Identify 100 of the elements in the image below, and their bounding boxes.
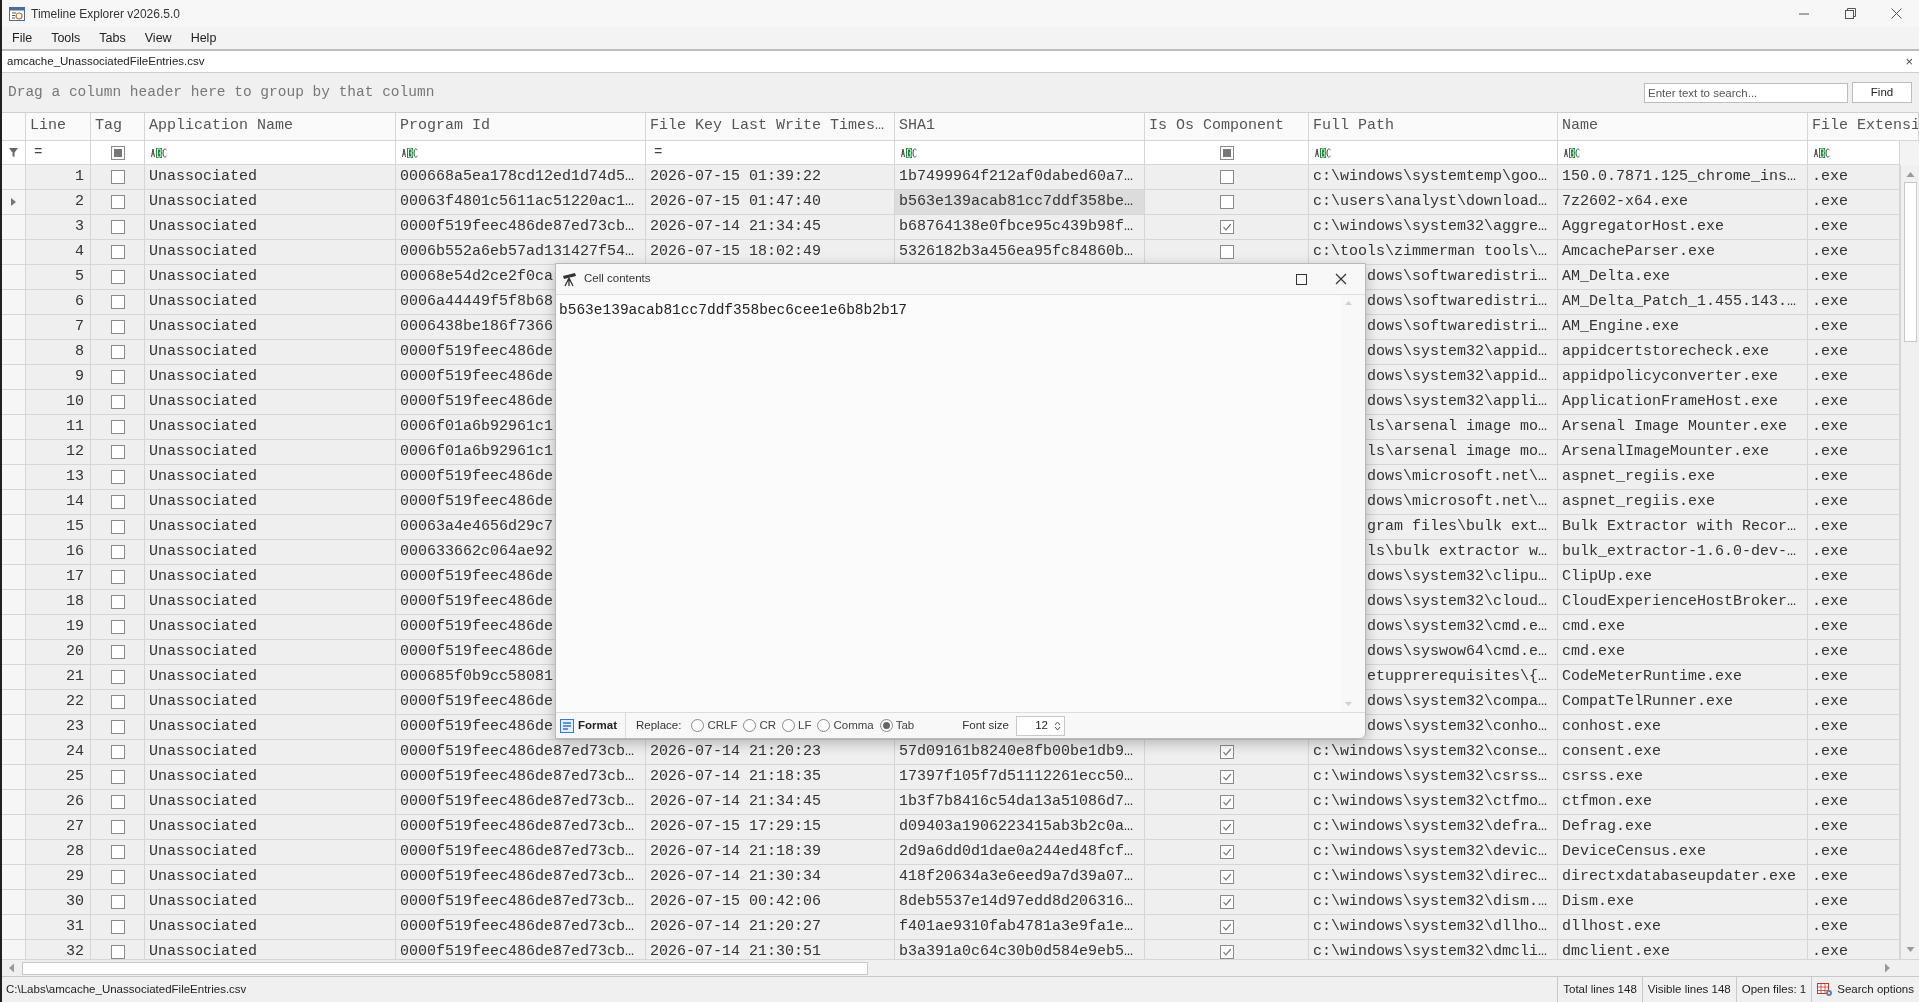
os-component-checkbox[interactable]: [1219, 895, 1234, 909]
tag-checkbox[interactable]: [110, 620, 125, 634]
table-cell-text: dows\system32\appli…: [1366, 391, 1547, 412]
tag-checkbox[interactable]: [110, 870, 125, 884]
table-cell-text: .exe: [1812, 316, 1848, 337]
group-hint: Drag a column header here to group by that column: [7, 82, 435, 102]
search-field[interactable]: Enter text to search...: [1644, 82, 1848, 103]
total-lines: Total lines 148: [1557, 977, 1642, 1002]
text-filter-icon: [901, 147, 917, 158]
os-component-checkbox[interactable]: [1219, 845, 1234, 859]
tag-checkbox[interactable]: [110, 645, 125, 659]
tag-checkbox[interactable]: [110, 670, 125, 684]
table-cell-text: Unassociated: [149, 866, 258, 887]
tag-checkbox[interactable]: [110, 245, 125, 259]
scroll-thumb[interactable]: [1903, 182, 1917, 342]
tag-checkbox[interactable]: [110, 795, 125, 809]
line-number: 18: [66, 591, 84, 612]
line-number: 23: [66, 716, 84, 737]
tag-checkbox[interactable]: [110, 470, 125, 484]
tag-checkbox[interactable]: [110, 570, 125, 584]
scroll-thumb[interactable]: [22, 961, 868, 975]
menu-item[interactable]: Tabs: [94, 28, 131, 48]
tag-checkbox[interactable]: [110, 920, 125, 934]
tag-checkbox[interactable]: [110, 270, 125, 284]
table-cell-text: CodeMeterRuntime.exe: [1562, 666, 1743, 687]
format-button[interactable]: Format: [556, 713, 626, 738]
os-component-checkbox[interactable]: [1219, 945, 1234, 959]
os-component-checkbox[interactable]: [1219, 770, 1234, 784]
os-component-checkbox[interactable]: [1219, 245, 1234, 259]
os-component-checkbox[interactable]: [1219, 870, 1234, 884]
tag-checkbox[interactable]: [110, 345, 125, 359]
grid-gear-icon: [1817, 982, 1834, 997]
table-cell-text: ls\arsenal image mo…: [1366, 416, 1547, 437]
menu-item[interactable]: View: [139, 28, 177, 48]
os-component-checkbox[interactable]: [1219, 195, 1234, 209]
spin-up-icon[interactable]: [1053, 720, 1061, 726]
filter-icon[interactable]: [9, 148, 18, 157]
menu-item[interactable]: File: [7, 28, 38, 48]
tag-checkbox[interactable]: [110, 945, 125, 959]
filter-checkbox[interactable]: [110, 145, 125, 160]
close-tab-button[interactable]: ×: [1905, 55, 1913, 68]
tag-checkbox[interactable]: [110, 745, 125, 759]
vertical-scrollbar[interactable]: [1900, 165, 1919, 959]
tag-checkbox[interactable]: [110, 545, 125, 559]
tag-checkbox[interactable]: [110, 695, 125, 709]
menu-item[interactable]: Tools: [46, 28, 86, 48]
row-indicator[interactable]: [2, 190, 26, 215]
tag-checkbox[interactable]: [110, 320, 125, 334]
table-cell-text: .exe: [1812, 641, 1848, 662]
spin-down-icon[interactable]: [1053, 725, 1061, 731]
tag-checkbox[interactable]: [110, 845, 125, 859]
maximize-icon: [1295, 273, 1307, 285]
table-cell-text: AM_Engine.exe: [1562, 316, 1680, 337]
tag-checkbox[interactable]: [110, 220, 125, 234]
radio-button[interactable]: CR: [743, 716, 777, 735]
tag-checkbox[interactable]: [110, 520, 125, 534]
font-size-spinner[interactable]: 12: [1015, 715, 1065, 736]
radio-button[interactable]: Tab: [879, 716, 915, 735]
table-cell-text: Unassociated: [149, 416, 258, 437]
os-component-checkbox[interactable]: [1219, 220, 1234, 234]
table-cell-text: 2026-07-15 00:42:06: [650, 891, 822, 912]
tag-checkbox[interactable]: [110, 820, 125, 834]
os-component-checkbox[interactable]: [1219, 795, 1234, 809]
os-component-checkbox[interactable]: [1219, 820, 1234, 834]
table-cell-text: Unassociated: [149, 566, 258, 587]
tag-checkbox[interactable]: [110, 595, 125, 609]
tag-checkbox[interactable]: [110, 770, 125, 784]
table-cell-text: f401ae9310fab4781a3e9fa1e…: [899, 916, 1134, 937]
table-cell-text: b563e139acab81cc7ddf358be…: [899, 191, 1134, 212]
radio-button[interactable]: CRLF: [691, 716, 738, 735]
os-component-checkbox[interactable]: [1219, 170, 1234, 184]
tag-checkbox[interactable]: [110, 445, 125, 459]
search-options-label: Search options: [1837, 981, 1914, 997]
tag-checkbox[interactable]: [110, 295, 125, 309]
tag-checkbox[interactable]: [110, 395, 125, 409]
radio-button[interactable]: LF: [782, 716, 812, 735]
tag-checkbox[interactable]: [110, 720, 125, 734]
tag-checkbox[interactable]: [110, 495, 125, 509]
tag-checkbox[interactable]: [110, 170, 125, 184]
filter-checkbox[interactable]: [1219, 145, 1234, 160]
table-cell-text: .exe: [1812, 841, 1848, 862]
tag-checkbox[interactable]: [110, 420, 125, 434]
os-component-checkbox[interactable]: [1219, 745, 1234, 759]
os-component-checkbox[interactable]: [1219, 920, 1234, 934]
tag-checkbox[interactable]: [110, 370, 125, 384]
table-cell-text: dows\system32\appid…: [1366, 341, 1547, 362]
filter-operator[interactable]: =: [646, 142, 663, 163]
file-tab[interactable]: amcache_UnassociatedFileEntries.csv: [2, 52, 205, 71]
horizontal-scrollbar[interactable]: [2, 959, 1919, 976]
tag-checkbox[interactable]: [110, 895, 125, 909]
table-cell-text: ArsenalImageMounter.exe: [1562, 441, 1770, 462]
menu-item[interactable]: Help: [185, 28, 222, 48]
tag-checkbox[interactable]: [110, 195, 125, 209]
dialog-title: Cell contents: [584, 271, 651, 287]
search-options-button[interactable]: Search options: [1811, 977, 1919, 1002]
find-button[interactable]: Find: [1852, 82, 1912, 103]
filter-operator[interactable]: =: [26, 142, 43, 163]
radio-button[interactable]: Comma: [817, 716, 874, 735]
table-cell-text: appidcertstorecheck.exe: [1562, 341, 1770, 362]
table-cell-text: 2026-07-14 21:30:51: [650, 941, 822, 959]
